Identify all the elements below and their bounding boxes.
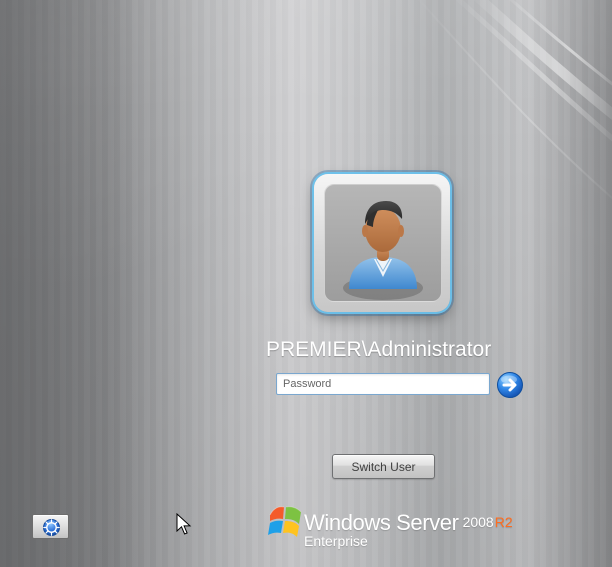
user-avatar-icon — [343, 201, 423, 300]
ease-of-access-icon — [43, 519, 60, 536]
login-screen: PREMIER\Administrator Switch User Window… — [0, 0, 612, 567]
product-release: R2 — [494, 514, 513, 530]
background-swoosh — [0, 0, 612, 567]
product-name-line: Windows Server 2008R2 — [304, 510, 513, 535]
password-input[interactable] — [276, 373, 490, 395]
product-edition: Enterprise — [304, 533, 368, 549]
mouse-pointer-icon — [176, 513, 192, 535]
avatar — [324, 184, 442, 302]
product-version: 2008 — [462, 514, 494, 530]
user-tile — [314, 174, 450, 312]
arrow-right-icon — [497, 372, 523, 398]
user-name: PREMIER\Administrator — [266, 338, 492, 361]
product-name: Windows Server — [304, 510, 459, 535]
ease-of-access-button[interactable] — [32, 514, 69, 539]
windows-logo-icon — [268, 506, 302, 537]
windows-server-branding: Windows Server 2008R2 Enterprise — [264, 502, 524, 552]
switch-user-button[interactable]: Switch User — [332, 454, 435, 479]
submit-login-button[interactable] — [496, 371, 524, 399]
